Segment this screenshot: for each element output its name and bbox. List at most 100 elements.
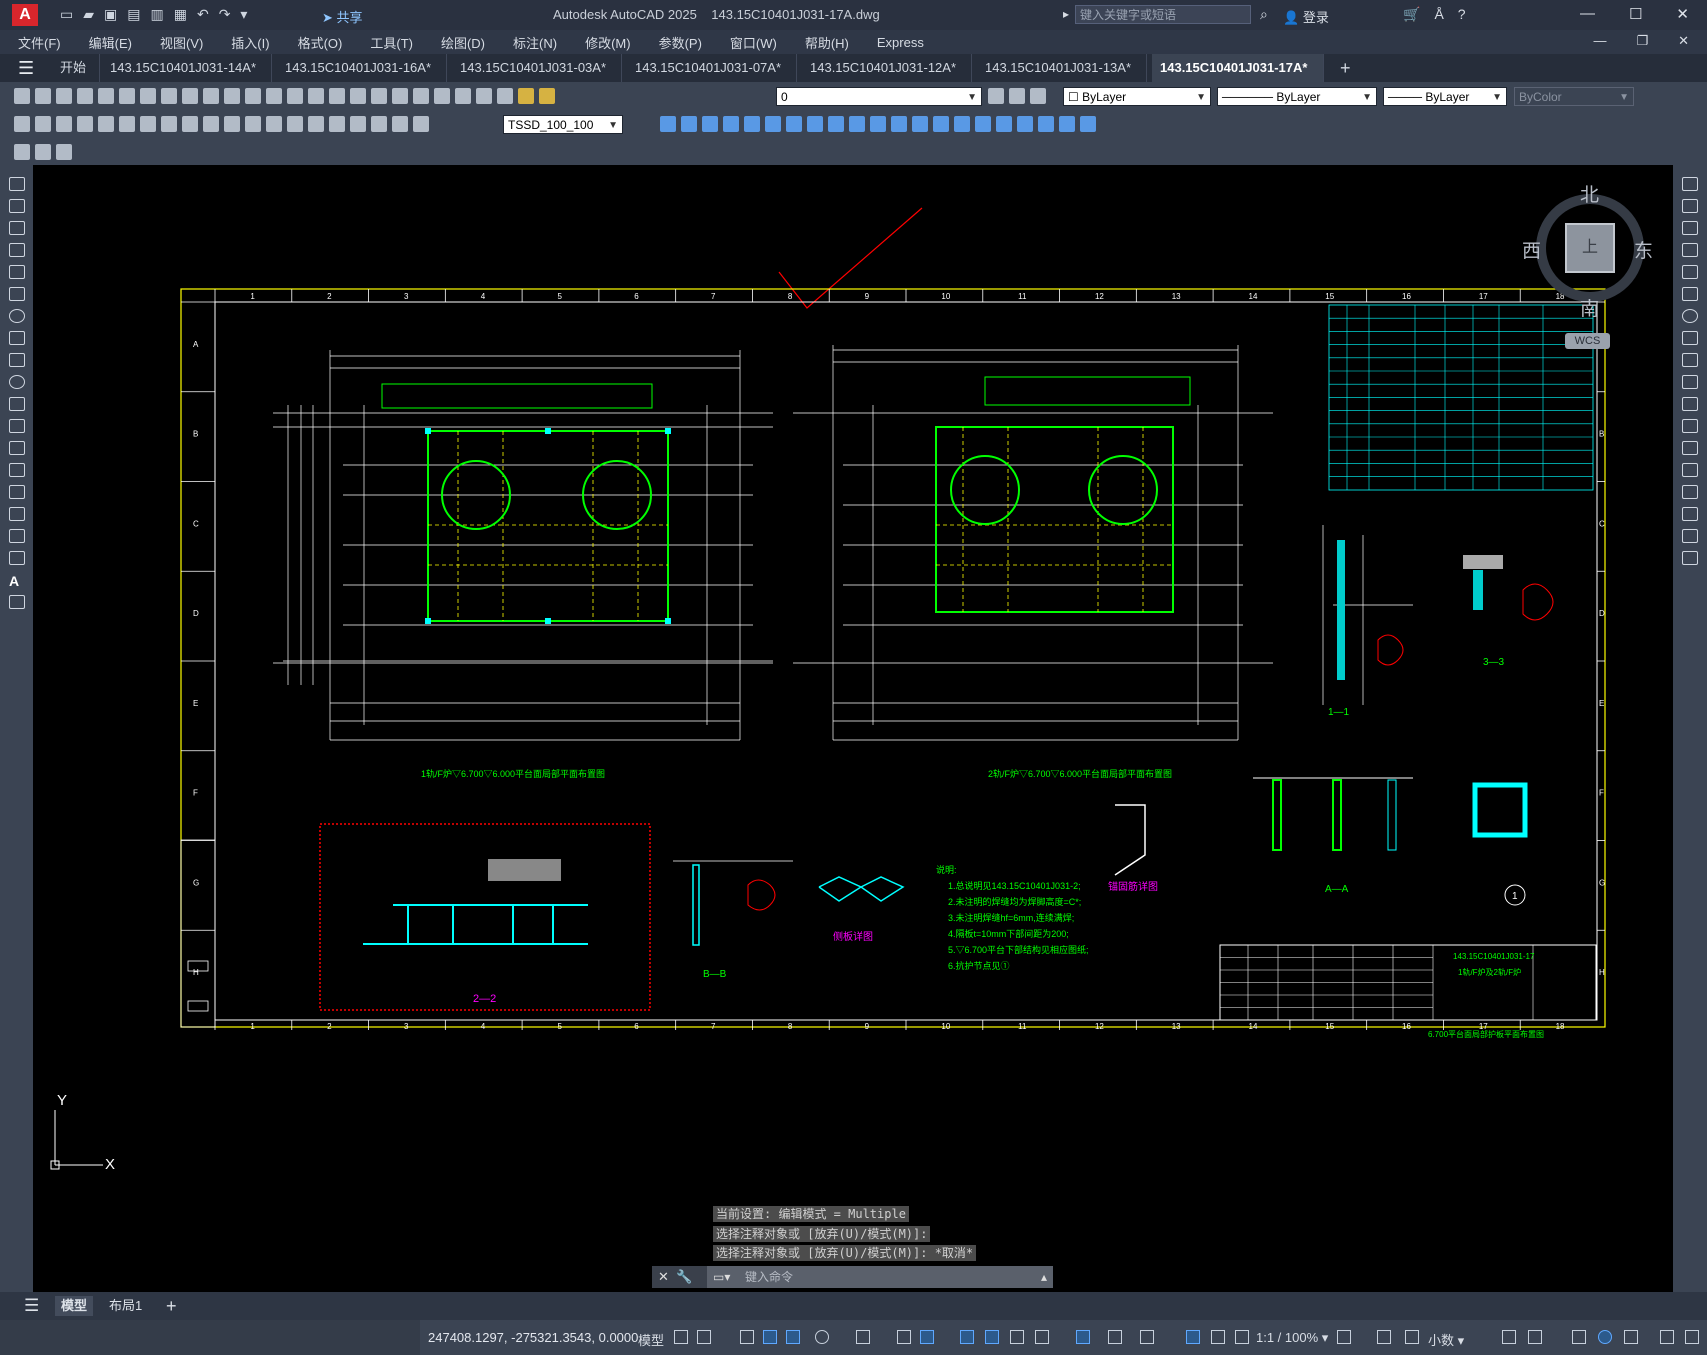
model-space-toggle[interactable]: 模型 <box>638 1330 664 1349</box>
break-tool-icon[interactable] <box>1682 441 1698 455</box>
column-detail[interactable]: 1 <box>1472 782 1528 906</box>
tab-file-13a[interactable]: 143.15C10401J031-13A* <box>977 54 1147 82</box>
plot-icon[interactable]: ▦ <box>174 6 187 23</box>
auto-scale-icon[interactable] <box>1211 1330 1225 1344</box>
menu-express[interactable]: Express <box>859 35 934 50</box>
annotation-monitor-icon[interactable] <box>1377 1330 1391 1344</box>
preview-icon[interactable] <box>98 88 114 104</box>
menu-format[interactable]: 格式(O) <box>280 33 353 52</box>
workspace-gear-icon[interactable] <box>1337 1330 1351 1344</box>
customization-menu-icon[interactable] <box>1685 1330 1699 1344</box>
layout-menu-icon[interactable]: ☰ <box>18 1296 45 1316</box>
save-tb-icon[interactable] <box>56 88 72 104</box>
annotation-scale-icon[interactable] <box>1235 1330 1249 1344</box>
tssd-tool-11-icon[interactable] <box>870 116 886 132</box>
maximize-button[interactable]: ☐ <box>1629 5 1642 23</box>
tab-file-03a[interactable]: 143.15C10401J031-03A* <box>452 54 622 82</box>
new-tab-button[interactable]: + <box>1332 54 1362 82</box>
layer-dropdown[interactable]: 0 ▼ <box>776 87 982 106</box>
paste-icon[interactable] <box>182 88 198 104</box>
color-dropdown[interactable]: ☐ ByLayer ▼ <box>1063 87 1211 106</box>
dim-radius-icon[interactable] <box>98 116 114 132</box>
units-icon[interactable] <box>1405 1330 1419 1344</box>
menu-file[interactable]: 文件(F) <box>0 33 71 52</box>
tssd-tool-3-icon[interactable] <box>702 116 718 132</box>
insert-block-icon[interactable] <box>9 419 25 433</box>
coordinate-readout[interactable]: 247408.1297, -275321.3543, 0.0000 <box>428 1330 638 1345</box>
ellipse-tool-icon[interactable] <box>9 375 25 389</box>
publish-icon[interactable] <box>119 88 135 104</box>
compass-west[interactable]: 西 <box>1522 236 1541 263</box>
drawing-canvas[interactable]: 1 1 2 2 3 3 4 4 5 5 6 6 7 7 8 8 9 9 10 10 11 11 12 12 13 13 14 14 15… <box>33 165 1673 1292</box>
block-editor-icon[interactable] <box>224 88 240 104</box>
cart-icon[interactable]: 🛒 <box>1403 6 1420 23</box>
erase-tool-icon[interactable] <box>1682 177 1698 191</box>
sheet-set-icon[interactable] <box>434 88 450 104</box>
anchor-detail[interactable]: 锚固筋详图 <box>1108 804 1158 893</box>
command-history-chevron-icon[interactable]: ▴ <box>1041 1266 1047 1288</box>
dynamic-input-icon[interactable] <box>763 1330 777 1344</box>
help-icon[interactable]: ? <box>1458 6 1466 23</box>
point-tool-icon[interactable] <box>9 463 25 477</box>
dim-linear-icon[interactable] <box>14 116 30 132</box>
login-button[interactable]: 👤 登录 <box>1283 7 1329 26</box>
menu-edit[interactable]: 编辑(E) <box>71 33 142 52</box>
compass-north[interactable]: 北 <box>1580 180 1599 207</box>
autocad-logo-icon[interactable]: A <box>12 4 38 26</box>
close-icon[interactable]: ✕ <box>658 1269 669 1284</box>
array-tool-icon[interactable] <box>1682 265 1698 279</box>
snap-icon[interactable] <box>697 1330 711 1344</box>
tssd-tool-9-icon[interactable] <box>828 116 844 132</box>
section-b-b[interactable]: B—B <box>673 860 793 980</box>
match-prop-icon[interactable] <box>203 88 219 104</box>
lineweight-icon[interactable] <box>960 1330 974 1344</box>
section-1-1[interactable]: 1—1 <box>1322 525 1413 718</box>
dim-break-icon[interactable] <box>266 116 282 132</box>
rotate-tool-icon[interactable] <box>1682 309 1698 323</box>
stretch-tool-icon[interactable] <box>1682 353 1698 367</box>
dim-text-edit-icon[interactable] <box>392 116 408 132</box>
menu-tools[interactable]: 工具(T) <box>352 33 423 52</box>
undo-tb-icon[interactable] <box>245 88 261 104</box>
units-dropdown[interactable]: 小数 ▾ <box>1428 1330 1464 1349</box>
tab-file-12a[interactable]: 143.15C10401J031-12A* <box>802 54 972 82</box>
zoom-realtime-icon[interactable] <box>308 88 324 104</box>
make-block-icon[interactable] <box>9 441 25 455</box>
tab-layout1[interactable]: 布局1 <box>103 1296 148 1316</box>
menu-draw[interactable]: 绘图(D) <box>423 33 495 52</box>
offset-tool-icon[interactable] <box>1682 243 1698 257</box>
tssd-tool-18-icon[interactable] <box>1017 116 1033 132</box>
tssd-tool-1-icon[interactable] <box>660 116 676 132</box>
ucs-dynamic-icon[interactable] <box>1076 1330 1090 1344</box>
add-selected-icon[interactable] <box>9 595 25 609</box>
save-as-icon[interactable]: ▤ <box>127 6 140 23</box>
ortho-icon[interactable] <box>786 1330 800 1344</box>
tssd-tool-12-icon[interactable] <box>891 116 907 132</box>
3d-osnap-icon[interactable] <box>1035 1330 1049 1344</box>
tool-palettes-icon[interactable] <box>413 88 429 104</box>
section-2-2[interactable]: 2—2 <box>319 823 651 1011</box>
menu-view[interactable]: 视图(V) <box>142 33 213 52</box>
lock-ui-icon[interactable] <box>1528 1330 1542 1344</box>
save-icon[interactable]: ▣ <box>104 6 117 23</box>
dim-diameter-icon[interactable] <box>140 116 156 132</box>
close-button[interactable]: ✕ <box>1676 5 1689 23</box>
copy-icon[interactable] <box>161 88 177 104</box>
extend-tool-icon[interactable] <box>1682 397 1698 411</box>
graphics-performance-icon[interactable] <box>1598 1330 1612 1344</box>
spline-tool-icon[interactable] <box>9 353 25 367</box>
lineweight-dropdown[interactable]: ──── ByLayer ▼ <box>1383 87 1507 106</box>
circle-tool-icon[interactable] <box>9 309 25 323</box>
autodesk-a360-icon[interactable]: Å <box>1434 6 1443 23</box>
doc-close-button[interactable]: ✕ <box>1678 33 1689 49</box>
tab-model[interactable]: 模型 <box>55 1296 94 1316</box>
center-mark-icon[interactable] <box>308 116 324 132</box>
tssd-tool-15-icon[interactable] <box>954 116 970 132</box>
search-expand-icon[interactable]: ▸ <box>1063 7 1069 21</box>
menu-dimension[interactable]: 标注(N) <box>495 33 567 52</box>
break-point-tool-icon[interactable] <box>1682 419 1698 433</box>
compass-south[interactable]: 南 <box>1580 294 1599 321</box>
annotation-visibility-icon[interactable] <box>1186 1330 1200 1344</box>
hatch-tool-icon[interactable] <box>9 485 25 499</box>
quick-dim-icon[interactable] <box>182 116 198 132</box>
